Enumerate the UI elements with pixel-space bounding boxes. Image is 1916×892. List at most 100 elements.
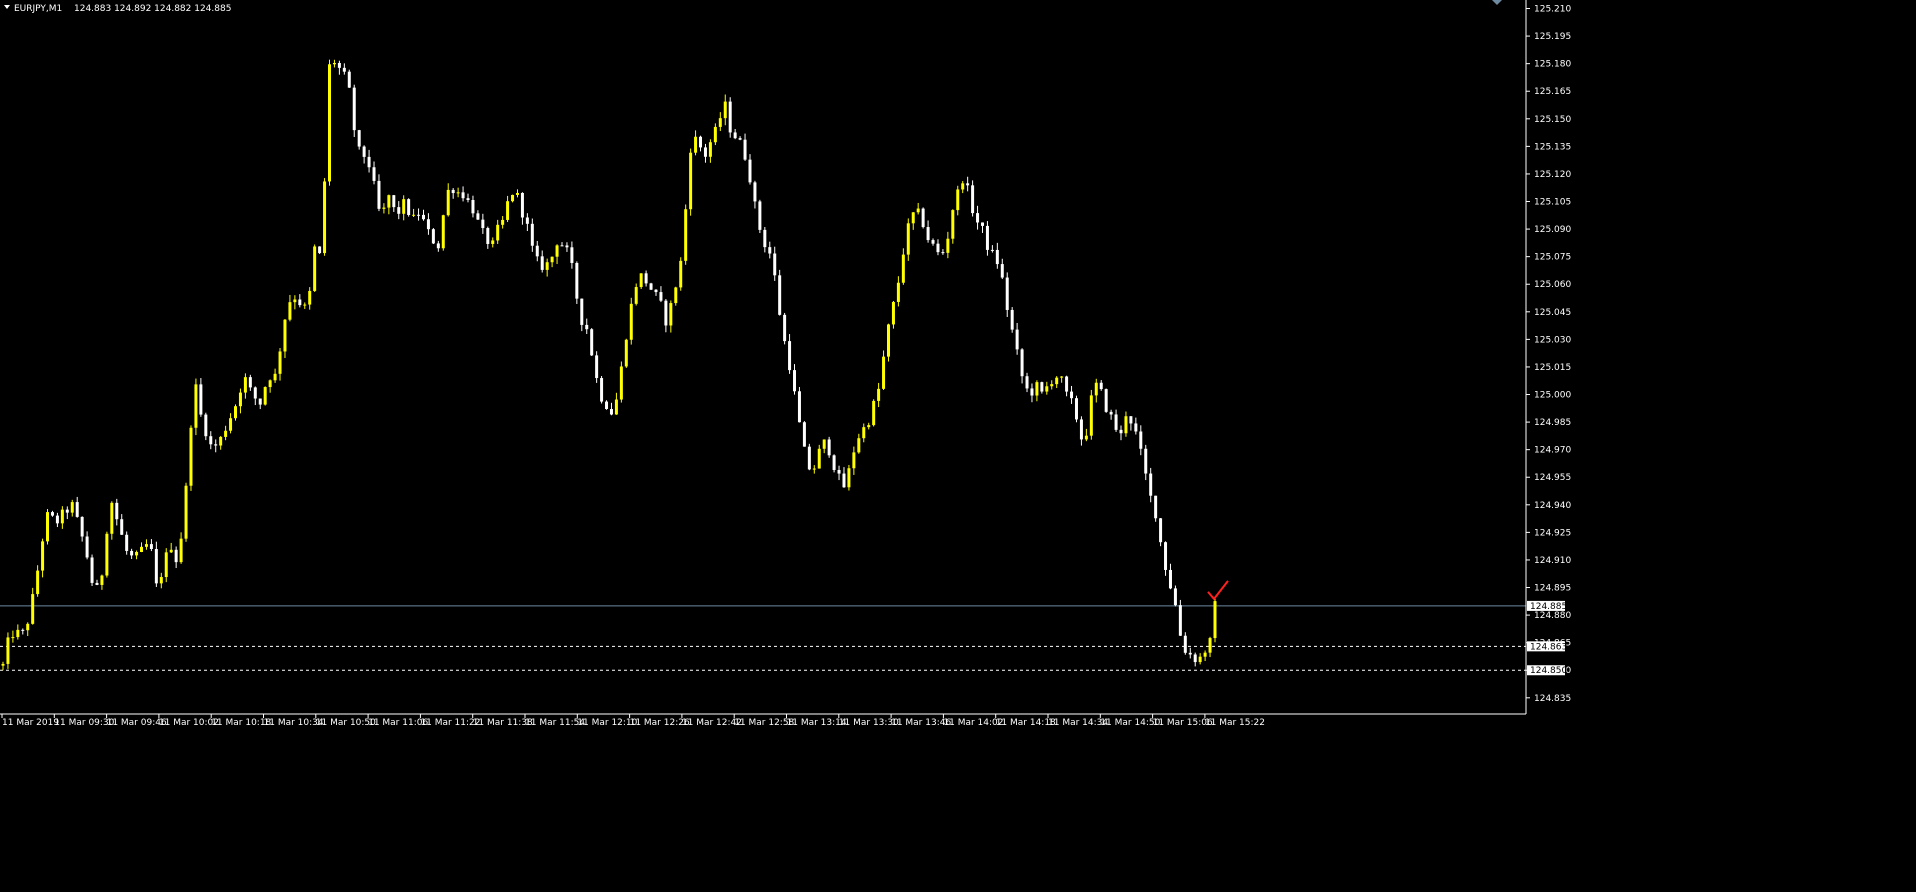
price-tick-label: 125.000 <box>1534 391 1571 401</box>
candle-body <box>110 502 114 534</box>
candle-body <box>1015 329 1019 350</box>
time-tick-label: 11 Mar 12:42 <box>682 718 742 728</box>
candle-body <box>159 577 163 584</box>
candle-body <box>1094 382 1098 396</box>
candle-body <box>946 238 950 253</box>
candle-body <box>407 199 411 215</box>
candle-body <box>70 502 74 513</box>
candle-body <box>614 399 618 415</box>
candle-body <box>738 138 742 140</box>
candle-body <box>852 452 856 469</box>
candle-body <box>748 159 752 183</box>
candle-body <box>318 246 322 254</box>
price-chart[interactable]: 125.210 125.195 125.180 125.165 125.150 125.1… <box>0 0 1916 892</box>
candle-body <box>822 439 826 449</box>
bid-price-tag-label: 124.885 <box>1530 602 1567 612</box>
candle-body <box>224 430 228 437</box>
candle-body <box>154 548 158 584</box>
price-tick-label: 124.835 <box>1534 694 1571 704</box>
candle-body <box>461 192 465 199</box>
candle-body <box>387 195 391 208</box>
candle-body <box>253 387 257 399</box>
time-tick-label: 11 Mar 11:54 <box>525 718 585 728</box>
candle-body <box>288 302 292 320</box>
candle-body <box>877 388 881 401</box>
candle-body <box>758 201 762 230</box>
candle-body <box>951 210 955 239</box>
price-tick-label: 124.955 <box>1534 473 1571 483</box>
candle-body <box>1020 349 1024 377</box>
candle-body <box>85 536 89 558</box>
candle-body <box>115 502 119 520</box>
candle-body <box>600 378 604 402</box>
candle-body <box>634 287 638 304</box>
candle-body <box>763 229 767 248</box>
candle-body <box>90 557 94 583</box>
candle-body <box>466 198 470 200</box>
candle-body <box>65 509 69 513</box>
price-tick-label: 125.180 <box>1534 60 1571 70</box>
candle-body <box>194 384 198 428</box>
price-tick-label: 125.030 <box>1534 335 1571 345</box>
candle-body <box>1213 601 1217 639</box>
candle-body <box>1159 518 1163 543</box>
candle-body <box>189 427 193 486</box>
price-tick-label: 125.015 <box>1534 363 1571 373</box>
candle-body <box>733 132 737 139</box>
candle-body <box>802 422 806 447</box>
candle-body <box>867 425 871 428</box>
candle-body <box>931 240 935 244</box>
candle-body <box>234 406 238 419</box>
candle-body <box>21 629 25 631</box>
candle-body <box>837 469 841 474</box>
candle-body <box>1193 654 1197 663</box>
candle-body <box>342 67 346 72</box>
candle-body <box>1010 309 1014 330</box>
candle-body <box>6 637 10 664</box>
candle-body <box>431 229 435 244</box>
candle-body <box>1183 635 1187 653</box>
candle-body <box>26 623 30 631</box>
candle-body <box>1035 382 1039 396</box>
candle-body <box>743 139 747 160</box>
candle-body <box>753 182 757 202</box>
candle-body <box>1000 264 1004 278</box>
candle-body <box>1040 382 1044 392</box>
candle-body <box>1079 419 1083 440</box>
candle-body <box>783 314 787 342</box>
candle-body <box>832 455 836 470</box>
candle-body <box>377 180 381 209</box>
candle-body <box>80 516 84 537</box>
candle-body <box>120 519 124 535</box>
candle-body <box>367 156 371 168</box>
candle-body <box>471 199 475 214</box>
candle-body <box>313 246 317 291</box>
candle-body <box>204 414 208 437</box>
candle-body <box>1203 652 1207 657</box>
candle-body <box>669 303 673 326</box>
candle-body <box>708 142 712 157</box>
candle-body <box>184 485 188 539</box>
candle-body <box>144 544 148 547</box>
candle-body <box>397 207 401 214</box>
candle-body <box>392 195 396 208</box>
candle-body <box>976 213 980 223</box>
candle-body <box>95 582 99 585</box>
candle-body <box>456 192 460 194</box>
time-tick-label: 11 Mar 13:14 <box>787 718 847 728</box>
candle-body <box>199 384 203 415</box>
candle-body <box>728 101 732 133</box>
candle-body <box>684 209 688 261</box>
candle-body <box>778 275 782 315</box>
candle-body <box>496 224 500 241</box>
candle-body <box>436 243 440 249</box>
price-tick-label: 124.910 <box>1534 556 1571 566</box>
candle-body <box>891 301 895 325</box>
candle-body <box>362 146 366 157</box>
candle-body <box>639 273 643 288</box>
candle-body <box>961 183 965 190</box>
candle-body <box>283 319 287 352</box>
candle-body <box>451 189 455 194</box>
candle-body <box>1099 382 1103 390</box>
candle-body <box>149 544 153 549</box>
